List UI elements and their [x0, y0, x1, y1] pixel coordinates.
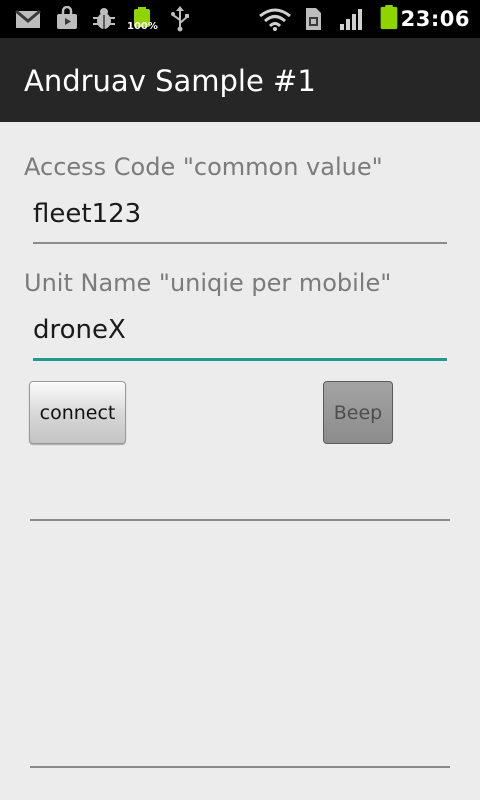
- beep-button[interactable]: Beep: [323, 381, 393, 444]
- app-title: Andruav Sample #1: [24, 64, 316, 98]
- access-code-field[interactable]: fleet123: [33, 195, 447, 241]
- bug-icon: [93, 8, 115, 29]
- unit-name-field[interactable]: droneX: [33, 311, 447, 357]
- access-code-label: Access Code "common value": [24, 153, 383, 181]
- status-bar: 100% 23:06: [0, 0, 480, 38]
- gmail-icon: [15, 9, 41, 28]
- wifi-icon: [259, 8, 291, 31]
- unit-name-label: Unit Name "uniqie per mobile": [24, 269, 392, 297]
- output-area-underline: [30, 766, 450, 768]
- action-bar: Andruav Sample #1: [0, 38, 480, 122]
- clock: 23:06: [400, 7, 470, 31]
- battery-icon: [380, 5, 398, 30]
- battery-percent: 100%: [127, 21, 158, 32]
- log-field-underline[interactable]: [30, 519, 450, 521]
- access-code-underline: [33, 242, 447, 244]
- signal-icon: [340, 9, 362, 30]
- unit-name-underline: [33, 358, 447, 361]
- shopping-bag-icon: [57, 6, 77, 29]
- connect-button[interactable]: connect: [29, 381, 126, 444]
- usb-icon: [171, 6, 189, 32]
- sim-card-icon: [306, 8, 321, 30]
